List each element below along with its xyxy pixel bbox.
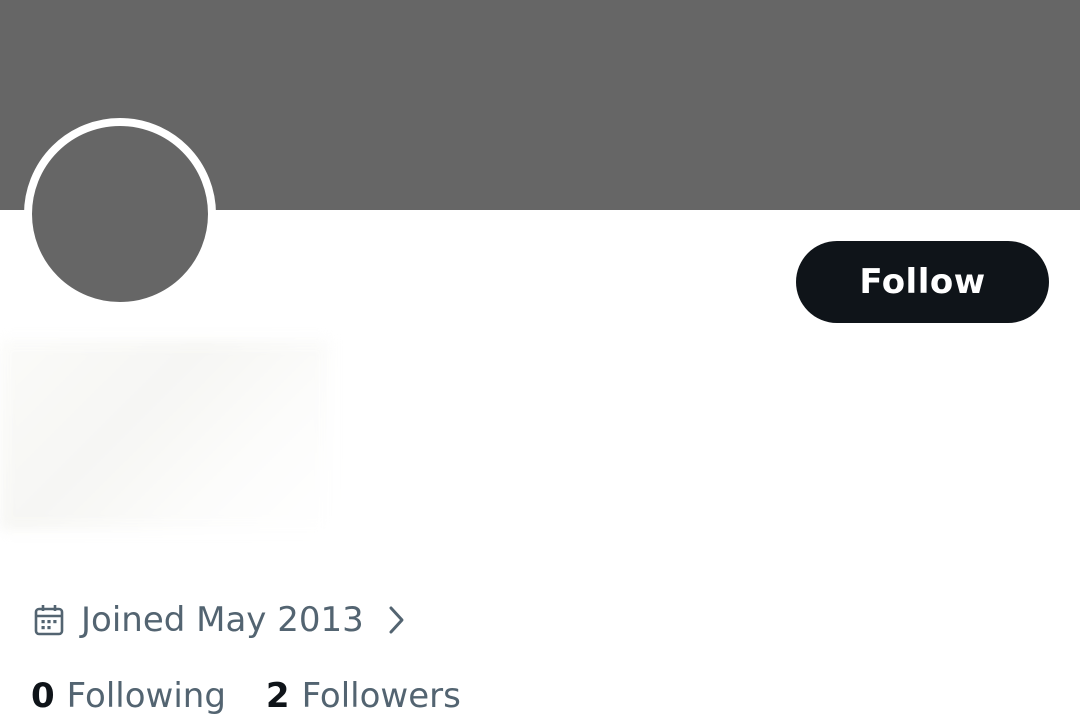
- follow-button[interactable]: Follow: [796, 241, 1049, 323]
- joined-date-label: Joined May 2013: [81, 600, 364, 640]
- calendar-icon: [34, 605, 64, 636]
- follow-stats: 0 Following 2 Followers: [31, 672, 461, 720]
- following-label: Following: [66, 676, 226, 716]
- followers-link[interactable]: 2 Followers: [266, 672, 461, 720]
- bio-area: [0, 340, 330, 530]
- followers-label: Followers: [301, 676, 461, 716]
- joined-date-row: Joined May 2013: [34, 596, 408, 644]
- chevron-right-icon[interactable]: [386, 603, 408, 637]
- followers-count: 2: [265, 676, 290, 716]
- following-count: 0: [31, 676, 55, 716]
- profile-page: Follow Joined May 2013 0 Following 2 Fol…: [0, 0, 1080, 720]
- avatar[interactable]: [24, 118, 216, 310]
- following-link[interactable]: 0 Following: [31, 672, 226, 720]
